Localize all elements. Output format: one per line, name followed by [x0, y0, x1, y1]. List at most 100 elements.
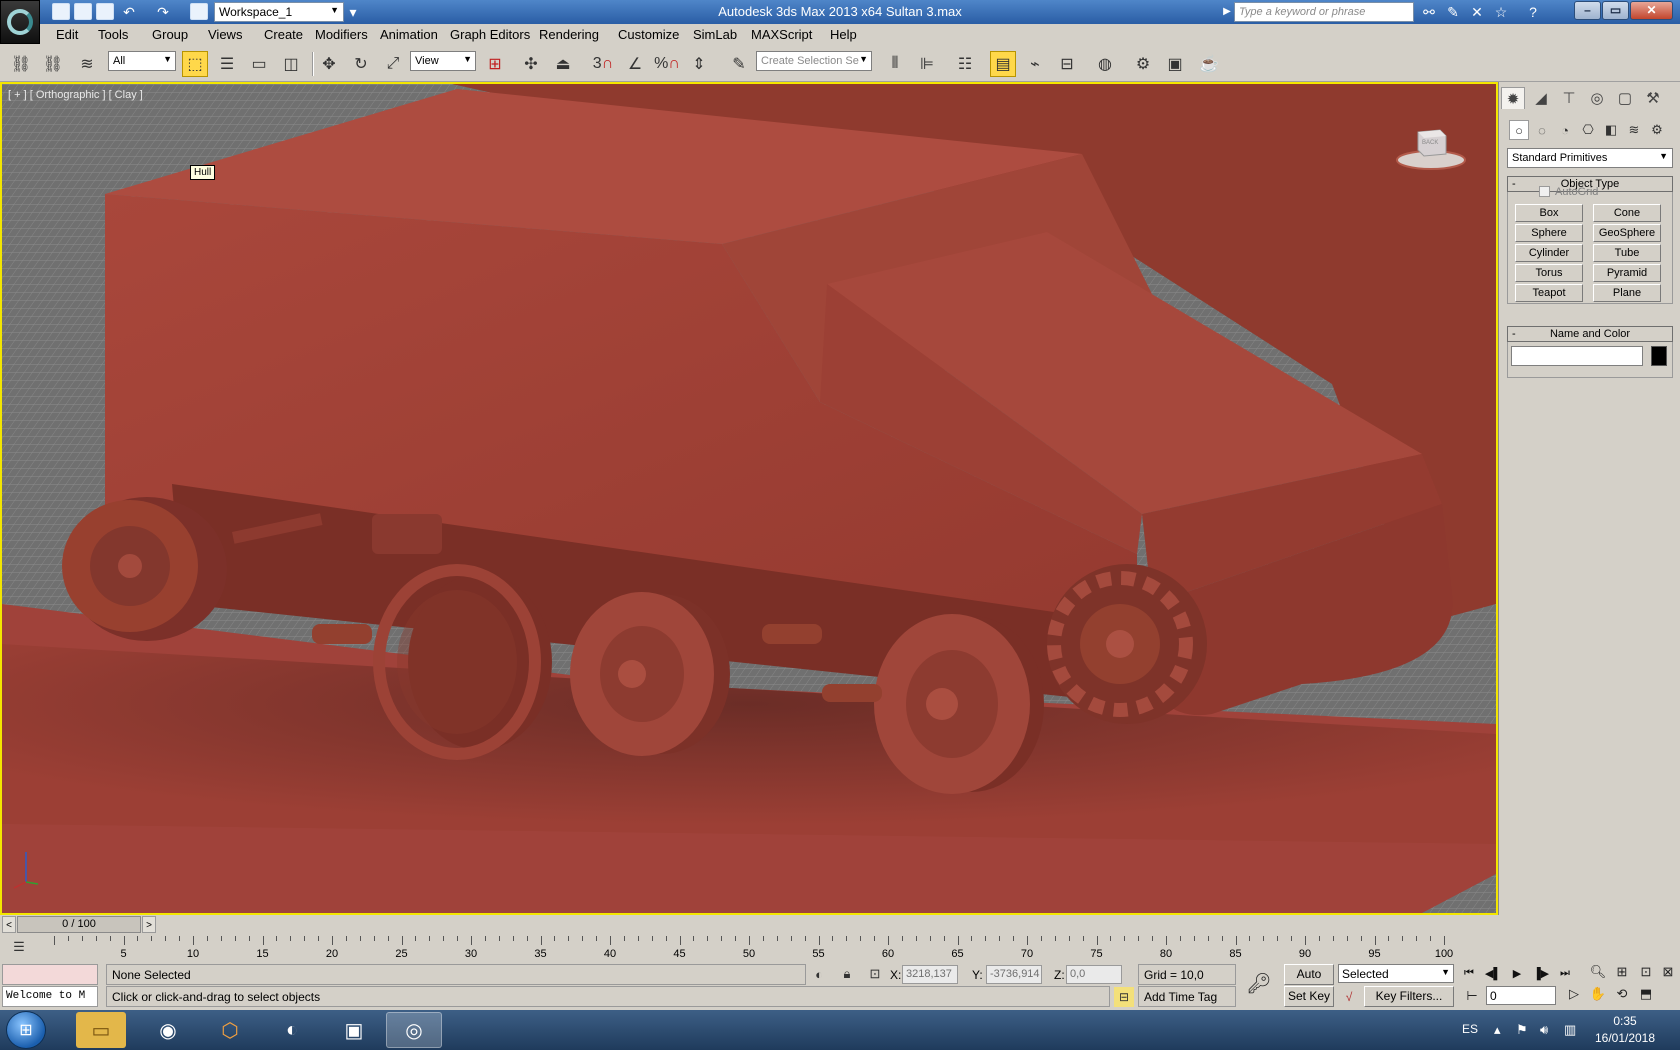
auto-key-button[interactable]: Auto Key — [1284, 964, 1334, 1000]
workspace-dropdown[interactable]: Workspace_1 ▼ — [214, 2, 344, 22]
save-file-icon[interactable] — [96, 3, 114, 20]
x-coordinate-field[interactable]: 3218,137 — [902, 965, 958, 984]
object-color-swatch[interactable] — [1651, 346, 1667, 366]
render-setup-icon[interactable]: ⚙ — [1130, 51, 1156, 77]
mirror-icon[interactable]: ⫴ — [882, 51, 908, 77]
start-button[interactable]: ⊞ — [6, 1011, 46, 1049]
cameras-icon[interactable]: ⎔ — [1578, 120, 1598, 140]
network-icon[interactable]: ▥ — [1564, 1022, 1576, 1038]
align-icon[interactable]: ⊫ — [914, 51, 940, 77]
space-warps-icon[interactable]: ≋ — [1624, 120, 1644, 140]
percent-snap-icon[interactable]: % ∩ — [654, 51, 680, 77]
track-ruler[interactable]: 5 10 15 20 25 30 35 40 45 50 55 60 65 70 75 80 85 90 95 100 — [54, 936, 1453, 960]
menu-edit[interactable]: Edit — [56, 27, 78, 42]
new-file-icon[interactable] — [52, 3, 70, 20]
menu-views[interactable]: Views — [208, 27, 242, 42]
shapes-icon[interactable]: ◌ — [1532, 120, 1552, 140]
time-slider[interactable]: < 0 / 100 > — [0, 915, 1680, 934]
select-object-icon[interactable]: ⬚ — [182, 51, 208, 77]
edit-named-selections-icon[interactable]: ✎ — [726, 51, 752, 77]
maximize-button[interactable]: ▭ — [1602, 1, 1629, 20]
menu-help[interactable]: Help — [830, 27, 857, 42]
sphere-button[interactable]: Sphere — [1515, 224, 1583, 242]
isolate-selection-icon[interactable]: ◐ — [808, 963, 830, 985]
tray-flag-icon[interactable]: ⚑ — [1516, 1022, 1528, 1038]
create-tab-icon[interactable]: ✹ — [1501, 87, 1525, 109]
application-button[interactable] — [0, 0, 40, 44]
teapot-button[interactable]: Teapot — [1515, 284, 1583, 302]
viewport-perspective[interactable]: [ + ] [ Orthographic ] [ Clay ] Hull BAC… — [0, 82, 1498, 915]
motion-tab-icon[interactable]: ◎ — [1585, 87, 1609, 109]
clock-time[interactable]: 0:35 — [1590, 1014, 1660, 1028]
key-filters-button[interactable]: Key Filters... — [1364, 986, 1454, 1007]
bind-to-space-warp-icon[interactable]: ≋ — [74, 51, 100, 77]
file-explorer-icon[interactable]: ▭ — [76, 1012, 126, 1048]
open-file-icon[interactable] — [74, 3, 92, 20]
time-tag-icon[interactable]: ⊟ — [1114, 987, 1134, 1007]
maximize-viewport-icon[interactable]: ⬒ — [1636, 986, 1656, 1006]
select-and-rotate-icon[interactable]: ↻ — [348, 51, 374, 77]
plane-button[interactable]: Plane — [1593, 284, 1661, 302]
menu-tools[interactable]: Tools — [98, 27, 128, 42]
default-tangent-icon[interactable]: √ — [1338, 986, 1360, 1007]
help-icon[interactable]: ? — [1524, 3, 1542, 21]
image-viewer-icon[interactable]: ▣ — [326, 1012, 382, 1048]
geometry-category-dropdown[interactable]: Standard Primitives ▼ — [1507, 148, 1673, 168]
clock-date[interactable]: 16/01/2018 — [1590, 1031, 1660, 1045]
y-coordinate-field[interactable]: -3736,914 — [986, 965, 1042, 984]
volume-icon[interactable]: 🔊︎ — [1540, 1022, 1548, 1038]
key-mode-toggle-icon[interactable]: ⊢ — [1462, 988, 1482, 1008]
object-name-input[interactable] — [1511, 346, 1643, 366]
viewport-label[interactable]: [ + ] [ Orthographic ] [ Clay ] — [8, 89, 143, 101]
menu-customize[interactable]: Customize — [618, 27, 679, 42]
zoom-all-icon[interactable]: ⊞ — [1612, 964, 1632, 984]
menu-group[interactable]: Group — [152, 27, 188, 42]
close-button[interactable]: ✕ — [1630, 1, 1673, 20]
geometry-icon[interactable]: ○ — [1509, 120, 1529, 140]
torus-button[interactable]: Torus — [1515, 264, 1583, 282]
subscription-icon[interactable]: ✎ — [1444, 3, 1462, 21]
set-key-button[interactable]: Set Key — [1284, 986, 1334, 1007]
menu-animation[interactable]: Animation — [380, 27, 438, 42]
input-language[interactable]: ES — [1462, 1022, 1478, 1036]
minimize-button[interactable]: – — [1574, 1, 1601, 20]
spinner-snap-icon[interactable]: ⇕ — [686, 51, 712, 77]
menu-maxscript[interactable]: MAXScript — [751, 27, 812, 42]
angle-snap-icon[interactable]: ∠ — [622, 51, 648, 77]
menu-modifiers[interactable]: Modifiers — [315, 27, 368, 42]
current-frame-spinner[interactable] — [1486, 986, 1556, 1005]
menu-graph-editors[interactable]: Graph Editors — [450, 27, 530, 42]
project-folder-icon[interactable] — [190, 3, 208, 20]
rendered-frame-window-icon[interactable]: ▣ — [1162, 51, 1188, 77]
select-and-move-icon[interactable]: ✥ — [316, 51, 342, 77]
play-icon[interactable]: ▶ — [1506, 967, 1528, 983]
menu-simlab[interactable]: SimLab — [693, 27, 737, 42]
z-coordinate-field[interactable]: 0,0 — [1066, 965, 1122, 984]
quick-access-menu-icon[interactable]: ▾ — [344, 3, 362, 21]
helpers-icon[interactable]: ◧ — [1601, 120, 1621, 140]
communication-icon[interactable]: ✕ — [1468, 3, 1486, 21]
tray-up-arrow-icon[interactable]: ▴ — [1494, 1022, 1501, 1038]
3dsmax-taskbar-icon[interactable]: ◎ — [386, 1012, 442, 1048]
select-and-link-icon[interactable]: ⛓ — [8, 51, 34, 77]
geosphere-button[interactable]: GeoSphere — [1593, 224, 1661, 242]
reference-coordinate-dropdown[interactable]: View ▼ — [410, 51, 476, 71]
pan-view-icon[interactable]: ✋ — [1588, 986, 1608, 1006]
time-slider-thumb[interactable]: 0 / 100 — [17, 916, 141, 933]
hierarchy-tab-icon[interactable]: ⊤ — [1557, 87, 1581, 109]
unlink-selection-icon[interactable]: ⛓ — [40, 51, 66, 77]
autogrid-checkbox[interactable]: AutoGrid — [1539, 186, 1598, 198]
maxscript-mini-listener-output[interactable] — [2, 964, 98, 985]
binoculars-icon[interactable]: ⚯ — [1420, 3, 1438, 21]
viewcube[interactable]: BACK — [1396, 122, 1466, 172]
name-and-color-rollout-header[interactable]: - Name and Color — [1507, 326, 1673, 342]
layer-manager-icon[interactable]: ☷ — [952, 51, 978, 77]
display-tab-icon[interactable]: ▢ — [1613, 87, 1637, 109]
absolute-mode-icon[interactable]: ⊡ — [864, 963, 886, 985]
select-and-scale-icon[interactable]: ⤢ — [380, 51, 406, 77]
next-frame-icon[interactable]: ▐▶ — [1530, 967, 1552, 983]
pyramid-button[interactable]: Pyramid — [1593, 264, 1661, 282]
add-time-tag[interactable]: Add Time Tag — [1138, 986, 1236, 1007]
search-input[interactable]: Type a keyword or phrase — [1234, 2, 1414, 22]
menu-create[interactable]: Create — [264, 27, 303, 42]
